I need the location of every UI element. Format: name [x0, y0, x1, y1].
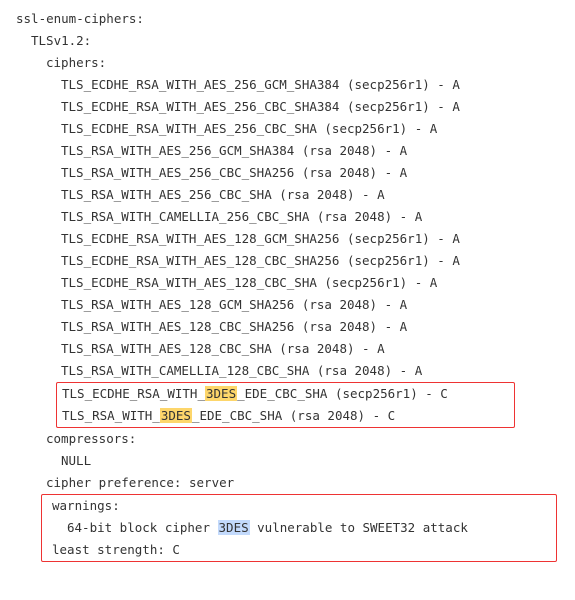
- section-title: ssl-enum-ciphers:: [16, 8, 575, 30]
- highlight-token: 3DES: [218, 520, 250, 535]
- cipher-row: TLS_RSA_WITH_AES_256_CBC_SHA256 (rsa 204…: [16, 162, 575, 184]
- cipher-row: TLS_RSA_WITH_AES_256_CBC_SHA (rsa 2048) …: [16, 184, 575, 206]
- highlight-token: 3DES: [205, 386, 237, 401]
- compressors-value: NULL: [16, 450, 575, 472]
- cipher-text: _EDE_CBC_SHA (rsa 2048) - C: [192, 408, 395, 423]
- least-strength: least strength: C: [47, 539, 552, 561]
- cipher-row: TLS_RSA_WITH_AES_128_CBC_SHA (rsa 2048) …: [16, 338, 575, 360]
- cipher-row: TLS_RSA_WITH_CAMELLIA_256_CBC_SHA (rsa 2…: [16, 206, 575, 228]
- cipher-text: TLS_ECDHE_RSA_WITH_: [62, 386, 205, 401]
- cipher-output: ssl-enum-ciphers: TLSv1.2: ciphers: TLS_…: [0, 0, 575, 562]
- weak-ciphers-callout: TLS_ECDHE_RSA_WITH_3DES_EDE_CBC_SHA (sec…: [56, 382, 515, 428]
- cipher-preference: cipher preference: server: [16, 472, 575, 494]
- cipher-row: TLS_RSA_WITH_AES_128_CBC_SHA256 (rsa 204…: [16, 316, 575, 338]
- cipher-row: TLS_ECDHE_RSA_WITH_AES_128_GCM_SHA256 (s…: [16, 228, 575, 250]
- cipher-row: TLS_RSA_WITH_CAMELLIA_128_CBC_SHA (rsa 2…: [16, 360, 575, 382]
- cipher-row: TLS_ECDHE_RSA_WITH_AES_128_CBC_SHA (secp…: [16, 272, 575, 294]
- cipher-row: TLS_ECDHE_RSA_WITH_AES_128_CBC_SHA256 (s…: [16, 250, 575, 272]
- compressors-heading: compressors:: [16, 428, 575, 450]
- cipher-text: TLS_RSA_WITH_: [62, 408, 160, 423]
- cipher-row: TLS_ECDHE_RSA_WITH_AES_256_CBC_SHA384 (s…: [16, 96, 575, 118]
- warning-row: 64-bit block cipher 3DES vulnerable to S…: [47, 517, 552, 539]
- cipher-row: TLS_ECDHE_RSA_WITH_AES_256_CBC_SHA (secp…: [16, 118, 575, 140]
- weak-cipher-row: TLS_RSA_WITH_3DES_EDE_CBC_SHA (rsa 2048)…: [62, 405, 510, 427]
- warnings-callout: warnings: 64-bit block cipher 3DES vulne…: [41, 494, 557, 562]
- cipher-text: _EDE_CBC_SHA (secp256r1) - C: [237, 386, 448, 401]
- warning-text: 64-bit block cipher: [67, 520, 218, 535]
- cipher-row: TLS_RSA_WITH_AES_128_GCM_SHA256 (rsa 204…: [16, 294, 575, 316]
- cipher-row: TLS_ECDHE_RSA_WITH_AES_256_GCM_SHA384 (s…: [16, 74, 575, 96]
- protocol-heading: TLSv1.2:: [16, 30, 575, 52]
- highlight-token: 3DES: [160, 408, 192, 423]
- cipher-row: TLS_RSA_WITH_AES_256_GCM_SHA384 (rsa 204…: [16, 140, 575, 162]
- weak-cipher-row: TLS_ECDHE_RSA_WITH_3DES_EDE_CBC_SHA (sec…: [62, 383, 510, 405]
- ciphers-heading: ciphers:: [16, 52, 575, 74]
- warnings-heading: warnings:: [47, 495, 552, 517]
- warning-text: vulnerable to SWEET32 attack: [250, 520, 468, 535]
